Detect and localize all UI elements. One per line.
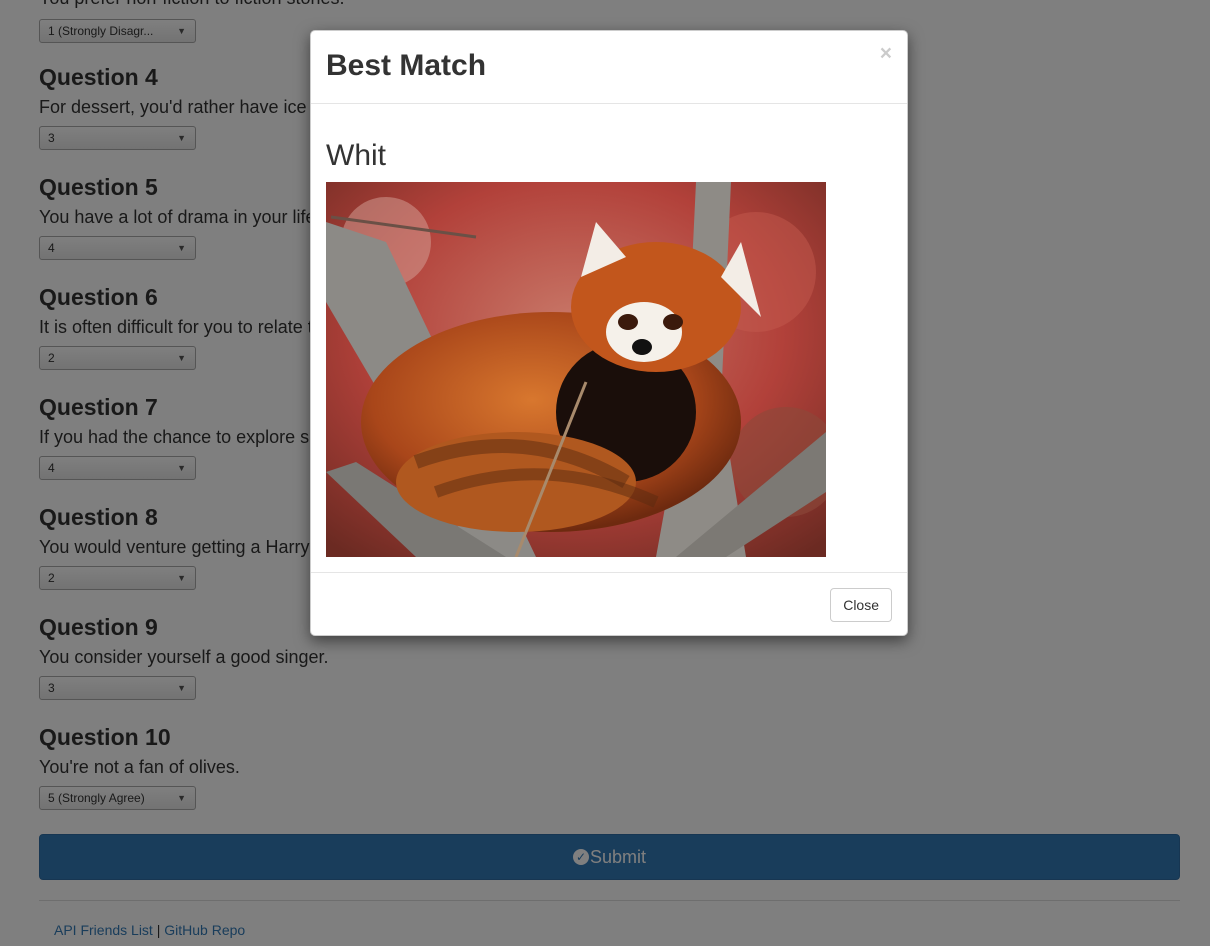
best-match-modal: Best Match × Whit Close — [310, 30, 908, 636]
match-photo — [326, 182, 826, 557]
close-icon[interactable]: × — [880, 43, 892, 64]
modal-title: Best Match — [326, 49, 487, 82]
red-panda-image — [326, 182, 826, 557]
modal-footer: Close — [311, 572, 907, 636]
modal-header: Best Match × — [311, 31, 907, 104]
close-button[interactable]: Close — [830, 588, 892, 622]
modal-body: Whit — [311, 104, 907, 572]
match-name: Whit — [326, 139, 386, 172]
